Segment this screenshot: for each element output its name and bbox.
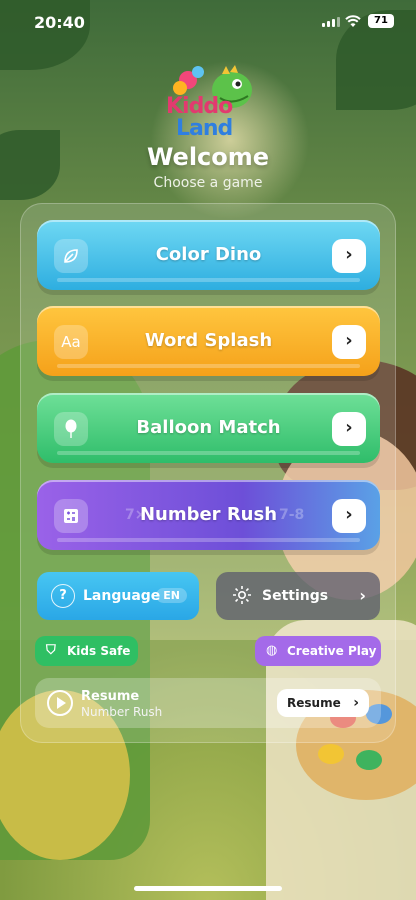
language-button[interactable]: ? Language EN xyxy=(37,572,199,620)
progress-track xyxy=(57,451,360,455)
question-icon: ? xyxy=(51,584,75,608)
settings-button[interactable]: Settings › xyxy=(216,572,380,620)
game-button-number-rush[interactable]: 7× 7-8 Number Rush › xyxy=(37,480,380,550)
play-icon xyxy=(47,690,73,716)
game-label: Number Rush xyxy=(139,504,278,525)
shield-icon: ⛉ xyxy=(46,643,56,658)
settings-label: Settings xyxy=(262,588,329,604)
resume-game-name: Number Rush xyxy=(81,705,163,719)
creative-play-label: Creative Play xyxy=(287,644,377,658)
logo-line2: Land xyxy=(176,116,233,141)
progress-track xyxy=(57,364,360,368)
creative-play-badge[interactable]: ◍ Creative Play xyxy=(255,636,381,666)
game-button-balloon-match[interactable]: Balloon Match › xyxy=(37,393,380,463)
page-subtitle: Choose a game xyxy=(153,175,263,191)
chevron-right-icon[interactable]: › xyxy=(332,239,366,273)
logo-line1: Kiddo xyxy=(166,94,233,119)
resume-button[interactable]: Resume › xyxy=(277,689,369,717)
palette-icon: ◍ xyxy=(266,643,278,658)
status-time: 20:40 xyxy=(34,13,85,32)
cellular-signal-icon xyxy=(322,17,340,27)
chevron-right-icon[interactable]: › xyxy=(332,412,366,446)
page-title: Welcome xyxy=(146,143,270,171)
wifi-icon xyxy=(345,15,361,27)
resume-card[interactable]: Resume Number Rush Resume › xyxy=(35,678,381,728)
chevron-right-icon: › xyxy=(353,695,359,711)
battery-icon: 71 xyxy=(368,14,394,28)
game-button-color-dino[interactable]: Color Dino › xyxy=(37,220,380,290)
resume-button-label: Resume xyxy=(287,696,341,710)
game-label: Word Splash xyxy=(144,330,273,351)
chevron-right-icon[interactable]: › xyxy=(332,499,366,533)
kids-safe-label: Kids Safe xyxy=(67,644,131,658)
language-value-badge: EN xyxy=(156,588,187,603)
game-label: Balloon Match xyxy=(136,417,281,438)
chevron-right-icon[interactable]: › xyxy=(332,325,366,359)
progress-track xyxy=(57,538,360,542)
language-label: Language xyxy=(83,588,161,604)
gear-icon xyxy=(230,584,254,608)
game-label: Color Dino xyxy=(155,244,262,265)
status-bar: 20:40 71 xyxy=(0,0,416,44)
resume-title: Resume xyxy=(81,689,140,704)
chevron-right-icon: › xyxy=(359,586,366,605)
progress-track xyxy=(57,278,360,282)
kids-safe-badge: ⛉ Kids Safe xyxy=(35,636,138,666)
app-logo: Kiddo Land xyxy=(158,62,258,146)
home-indicator[interactable] xyxy=(134,886,282,891)
game-button-word-splash[interactable]: Aa Word Splash › xyxy=(37,306,380,376)
